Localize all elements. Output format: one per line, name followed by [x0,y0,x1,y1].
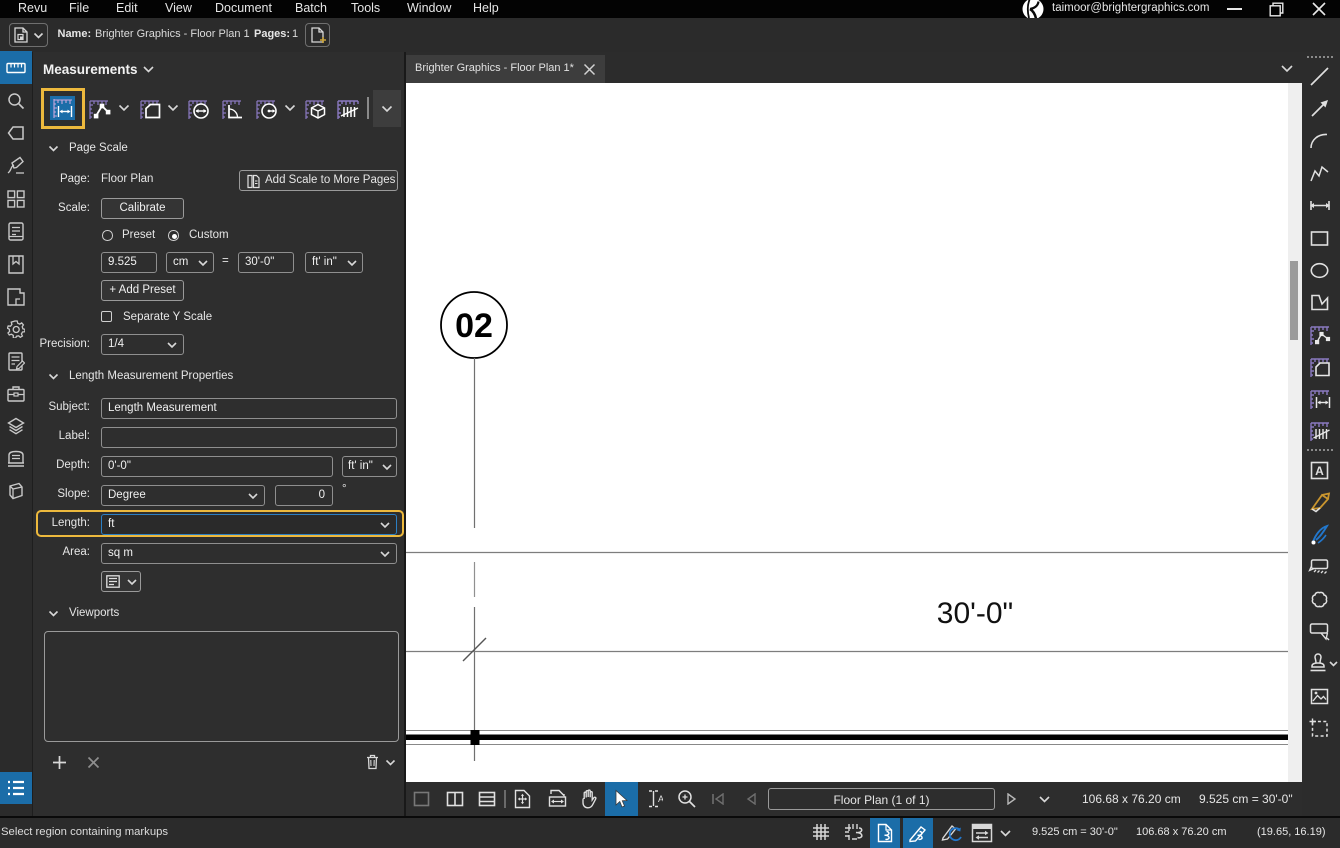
svg-text:A: A [1315,464,1324,478]
svg-text:30'-0": 30'-0" [937,597,1013,630]
svg-text:02: 02 [455,307,493,345]
svg-text:A: A [658,794,663,804]
